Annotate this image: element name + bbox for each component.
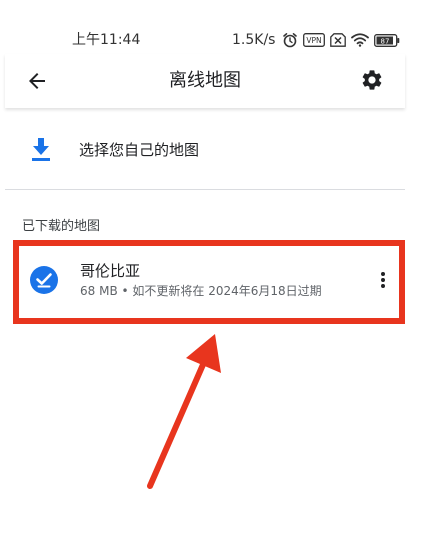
- battery-level: 87: [381, 37, 390, 45]
- vpn-label: VPN: [307, 36, 322, 45]
- more-options-button[interactable]: [371, 268, 395, 292]
- downloaded-map-item[interactable]: 哥伦比亚 68 MB • 如不更新将在 2024年6月18日过期: [13, 240, 405, 324]
- alarm-icon: [282, 32, 298, 48]
- vpn-icon: VPN: [303, 33, 326, 47]
- map-details: 68 MB • 如不更新将在 2024年6月18日过期: [80, 284, 322, 298]
- downloaded-maps-header: 已下载的地图: [22, 219, 101, 234]
- network-speed: 1.5K/s: [232, 32, 276, 48]
- select-own-map-row[interactable]: 选择您自己的地图: [5, 122, 405, 180]
- more-vert-icon: [381, 272, 385, 288]
- divider: [5, 189, 405, 190]
- wifi-icon: [351, 33, 370, 47]
- gear-icon: [362, 70, 382, 90]
- status-icons: 1.5K/s VPN 87: [232, 30, 400, 50]
- status-time: 上午11:44: [72, 32, 141, 48]
- check-circle-icon: [29, 265, 59, 295]
- select-own-map-label: 选择您自己的地图: [79, 141, 200, 159]
- page-title: 离线地图: [169, 70, 241, 91]
- status-bar: 上午11:44 1.5K/s VPN 87: [0, 0, 439, 54]
- sim-off-icon: [330, 33, 347, 47]
- settings-button[interactable]: [360, 68, 384, 92]
- app-bar: 离线地图: [5, 54, 405, 108]
- battery-icon: 87: [374, 33, 400, 47]
- map-name: 哥伦比亚: [80, 262, 141, 280]
- download-icon: [29, 136, 53, 162]
